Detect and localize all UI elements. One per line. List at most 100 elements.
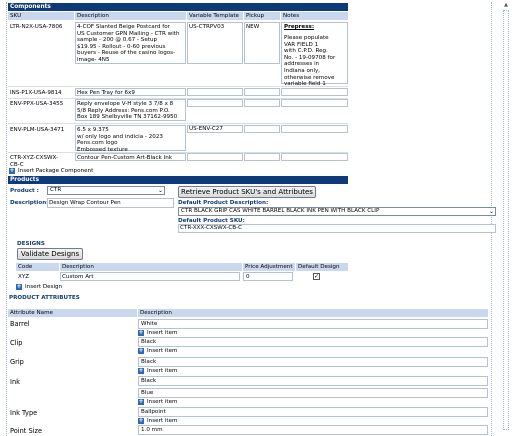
pickup-field[interactable] <box>244 153 280 161</box>
attribute-value: Black <box>141 339 157 345</box>
chevron-down-icon: ⌄ <box>488 208 494 215</box>
attribute-value-field[interactable]: Black <box>138 376 488 386</box>
attribute-name: Ink Type <box>10 409 38 417</box>
attribute-value-field[interactable]: Ballpoint <box>138 407 488 417</box>
designs-heading: DESIGNS <box>17 241 45 247</box>
pickup-field[interactable] <box>244 99 280 107</box>
notes-heading: Prepress: <box>284 24 315 30</box>
design-code: XYZ <box>18 274 30 280</box>
description-text: 4-COF Slanted Beige Postcard for US Cust… <box>77 24 180 63</box>
col-notes: Notes <box>281 12 348 20</box>
pickup-field[interactable] <box>244 125 280 133</box>
notes-field[interactable] <box>281 99 348 107</box>
attribute-value: 1.0 mm <box>141 427 163 433</box>
default-description-value: CTR BLACK GRIP CAS WHITE BARREL BLACK IN… <box>181 208 380 214</box>
scroll-track[interactable] <box>503 10 509 430</box>
product-select-value: CTR <box>50 187 62 193</box>
col-description: Description <box>75 12 186 20</box>
attribute-value: Blue <box>141 390 154 396</box>
plus-icon: + <box>138 417 144 424</box>
row-divider <box>8 123 348 124</box>
template-field[interactable] <box>187 153 243 161</box>
template-field[interactable] <box>187 88 243 96</box>
validate-designs-button[interactable]: Validate Designs <box>17 248 83 260</box>
description-text: Contour Pen-Custom Art-Black Ink <box>77 155 172 161</box>
insert-package-component-label: Insert Package Component <box>18 168 94 174</box>
template-text: US-ENV-C27 <box>189 126 223 132</box>
page-frame <box>6 2 492 436</box>
vertical-scrollbar[interactable]: ▲ <box>502 2 510 434</box>
insert-item-label: Insert item <box>147 348 178 354</box>
template-text: US-CTRPV03 <box>189 24 225 30</box>
chevron-down-icon: ⌄ <box>157 187 163 194</box>
plus-icon: + <box>138 329 144 336</box>
price-adjustment-text: 0 <box>246 274 250 280</box>
col-attribute-name: Attribute Name <box>8 309 137 317</box>
attribute-value-field[interactable]: Black <box>138 337 488 347</box>
plus-icon: + <box>9 167 15 174</box>
attribute-name: Barrel <box>10 320 30 328</box>
attribute-name: Ink <box>10 378 20 386</box>
insert-item-label: Insert item <box>147 418 178 424</box>
notes-field[interactable] <box>281 88 348 96</box>
default-description-label: Default Product Description: <box>178 200 269 206</box>
plus-icon: + <box>16 283 22 290</box>
attribute-value: White <box>141 321 158 327</box>
pickup-text: NEW <box>246 24 260 30</box>
product-select[interactable]: CTR ⌄ <box>47 186 165 195</box>
plus-icon: + <box>138 367 144 374</box>
description-text: 6.5 x 9.375 w/ only logo and indicia - 2… <box>77 127 163 153</box>
col-code: Code <box>16 263 59 271</box>
notes-text: Please populate VAR FIELD 1 with C.P.D. … <box>284 35 336 88</box>
attribute-value: Black <box>141 378 157 384</box>
components-header: Components <box>8 3 348 11</box>
col-sku: SKU <box>8 12 74 20</box>
insert-design-label: Insert Design <box>25 284 63 290</box>
attribute-name: Clip <box>10 339 23 347</box>
template-field[interactable] <box>187 99 243 107</box>
attribute-value-field[interactable]: Blue <box>138 388 488 398</box>
attribute-value: Ballpoint <box>141 409 166 415</box>
product-label: Product : <box>10 188 39 194</box>
scroll-up-icon[interactable]: ▲ <box>503 2 509 8</box>
insert-item-link[interactable]: + Insert item <box>138 368 177 374</box>
insert-item-label: Insert item <box>147 399 178 405</box>
insert-design-link[interactable]: + Insert Design <box>16 284 62 290</box>
description-text: Reply envelope V-H style 3 7/8 x 8 5/8 R… <box>77 101 178 121</box>
insert-item-link[interactable]: + Insert item <box>138 418 177 424</box>
attribute-name: Point Size <box>10 427 43 435</box>
attributes-heading: PRODUCT ATTRIBUTES <box>9 295 80 301</box>
sku-cell: CTR-XYZ-CXSWX- CB-C <box>10 155 59 168</box>
col-price-adjustment: Price Adjustment <box>243 263 295 271</box>
insert-item-label: Insert item <box>147 330 178 336</box>
sku-cell: ENV-PLM-USA-3471 <box>10 127 65 133</box>
plus-icon: + <box>138 347 144 354</box>
default-design-checkbox[interactable]: ✓ <box>313 273 320 280</box>
insert-item-link[interactable]: + Insert item <box>138 399 177 405</box>
sku-cell: INS-P1X-USA-9814 <box>10 90 62 96</box>
product-description-value: Design Wrap Contour Pen <box>49 200 121 206</box>
insert-item-link[interactable]: + Insert item <box>138 348 177 354</box>
attribute-value-field[interactable]: 1.0 mm <box>138 425 488 435</box>
insert-package-component-link[interactable]: + Insert Package Component <box>9 168 93 174</box>
insert-item-link[interactable]: + Insert item <box>138 330 177 336</box>
col-variable-template: Variable Template <box>187 12 243 20</box>
retrieve-product-button[interactable]: Retrieve Product SKU's and Attributes <box>178 186 316 198</box>
col-default-design: Default Design <box>296 263 348 271</box>
notes-field[interactable] <box>281 153 348 161</box>
attribute-value-field[interactable]: Black <box>138 357 488 367</box>
attribute-name: Grip <box>10 358 24 366</box>
plus-icon: + <box>138 398 144 405</box>
sku-cell: ENV-PPX-USA-3455 <box>10 101 64 107</box>
products-header: Products <box>8 176 348 184</box>
attribute-value: Black <box>141 359 157 365</box>
col-attribute-description: Description <box>138 309 488 317</box>
default-sku-value: CTR-XXX-CXSWX-CB-C <box>180 225 243 231</box>
design-description-text: Custom Art <box>62 274 94 280</box>
col-pickup: Pickup <box>244 12 280 20</box>
row-divider <box>8 86 348 87</box>
pickup-field[interactable] <box>244 88 280 96</box>
default-description-select[interactable]: CTR BLACK GRIP CAS WHITE BARREL BLACK IN… <box>178 207 496 216</box>
attribute-value-field[interactable]: White <box>138 319 488 329</box>
notes-field[interactable] <box>281 125 348 133</box>
